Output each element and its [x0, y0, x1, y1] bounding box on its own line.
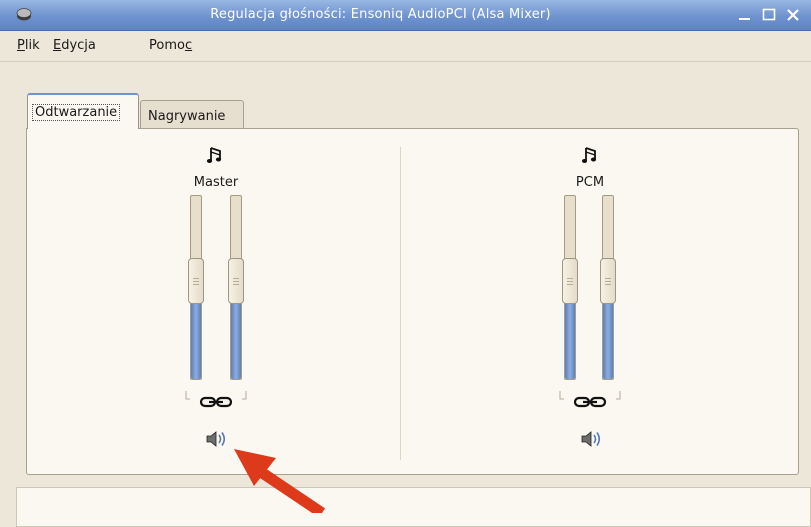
chain-link-icon: [573, 396, 607, 408]
slider-thumb[interactable]: [600, 258, 616, 304]
pcm-lock-button[interactable]: [558, 391, 622, 411]
menu-bar: Plik Edycja Pomoc: [0, 31, 811, 62]
tab-label: Odtwarzanie: [32, 104, 121, 121]
pcm-mute-button[interactable]: [580, 429, 604, 449]
tab-nagrywanie[interactable]: Nagrywanie: [140, 100, 244, 130]
channel-separator: [400, 147, 401, 460]
speaker-icon: [581, 431, 601, 447]
tab-label: Nagrywanie: [148, 109, 226, 124]
music-note-icon: [581, 147, 597, 163]
menu-edycja[interactable]: Edycja: [53, 38, 96, 53]
channel-label-pcm: PCM: [575, 175, 605, 190]
pcm-right-slider[interactable]: [600, 195, 616, 380]
chain-link-icon: [199, 396, 233, 408]
title-bar[interactable]: Regulacja głośności: Ensoniq AudioPCI (A…: [0, 0, 811, 31]
maximize-button[interactable]: [760, 6, 778, 24]
channel-label-master: Master: [193, 175, 239, 190]
app-icon[interactable]: [16, 8, 32, 21]
speaker-icon: [206, 431, 226, 447]
master-mute-button[interactable]: [205, 429, 229, 449]
master-right-slider[interactable]: [228, 195, 244, 380]
slider-thumb[interactable]: [562, 258, 578, 304]
pcm-left-slider[interactable]: [562, 195, 578, 380]
master-left-slider[interactable]: [188, 195, 204, 380]
master-lock-button[interactable]: [184, 391, 248, 411]
slider-thumb[interactable]: [228, 258, 244, 304]
maximize-icon: [762, 8, 776, 21]
tab-odtwarzanie[interactable]: Odtwarzanie: [27, 93, 139, 129]
mixer-panel: [26, 128, 799, 475]
minimize-icon: [739, 18, 750, 20]
close-icon: [787, 9, 799, 21]
menu-pomoc[interactable]: Pomoc: [149, 38, 192, 53]
slider-thumb[interactable]: [188, 258, 204, 304]
status-bar: [16, 487, 811, 527]
menu-plik[interactable]: Plik: [17, 38, 40, 53]
close-button[interactable]: [784, 6, 802, 24]
minimize-button[interactable]: [736, 6, 754, 24]
window-title: Regulacja głośności: Ensoniq AudioPCI (A…: [210, 7, 551, 22]
music-note-icon: [206, 147, 222, 163]
